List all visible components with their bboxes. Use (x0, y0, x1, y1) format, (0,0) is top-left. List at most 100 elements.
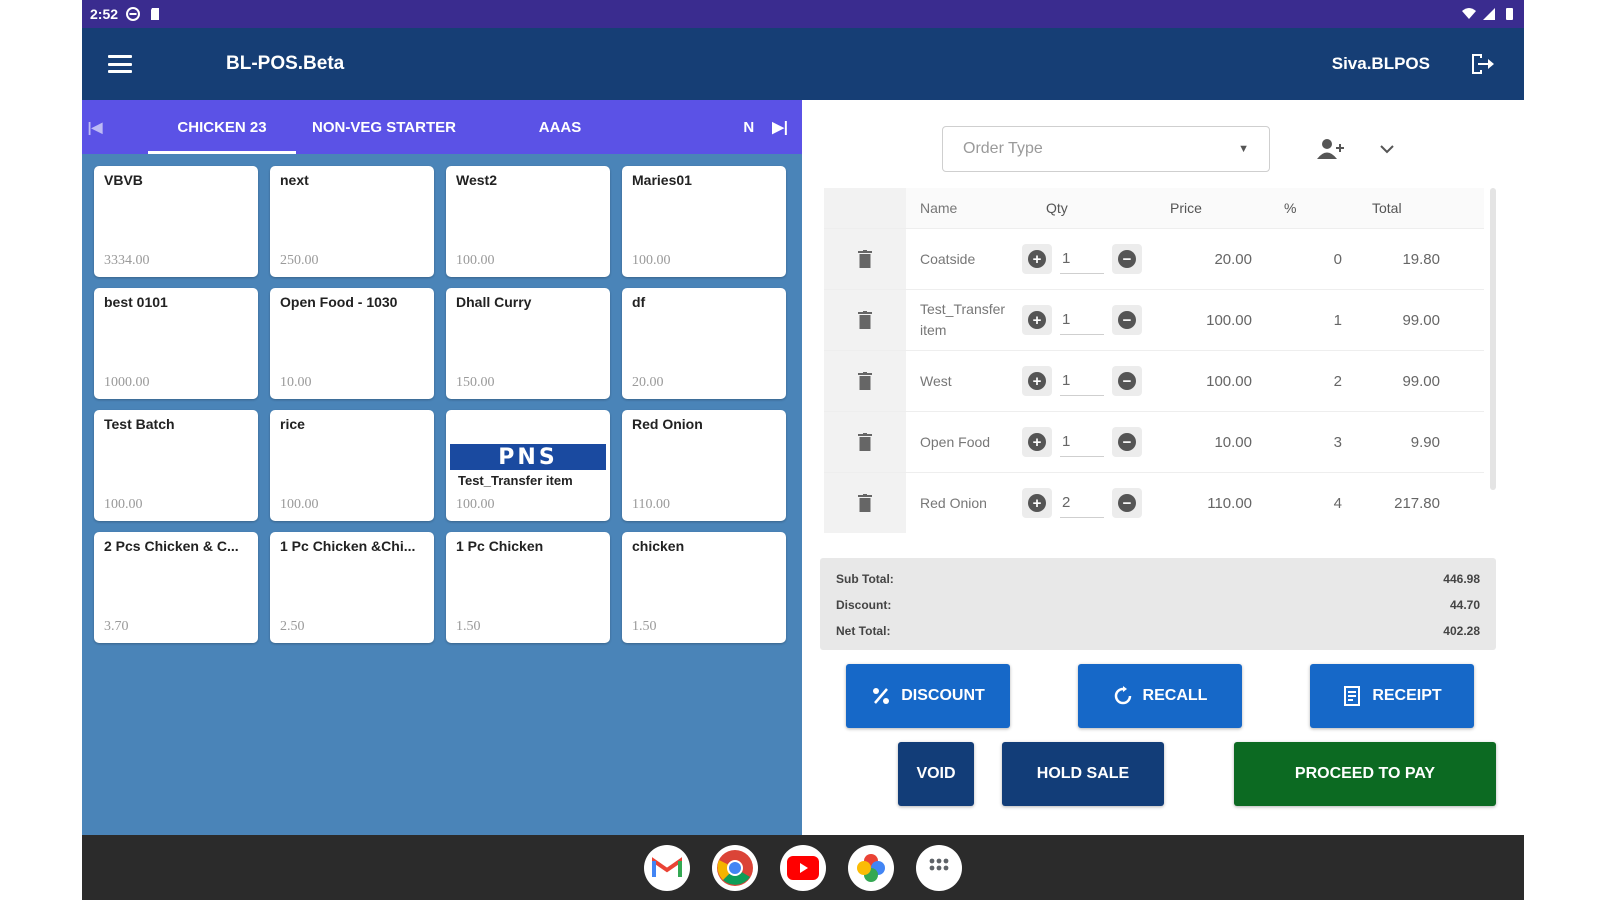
product-name: VBVB (104, 172, 143, 188)
product-tile[interactable]: 2 Pcs Chicken & C... 3.70 (94, 532, 258, 643)
product-price: 1.50 (456, 619, 481, 634)
tab-label: CHICKEN 23 (177, 118, 267, 136)
decrease-qty-button[interactable]: − (1112, 305, 1142, 335)
product-tile[interactable]: Dhall Curry 150.00 (446, 288, 610, 399)
qty-input[interactable] (1060, 305, 1104, 335)
product-tile[interactable]: PNS Test_Transfer item 100.00 (446, 410, 610, 521)
item-price: 100.00 (1206, 372, 1252, 390)
recall-button[interactable]: RECALL (1078, 664, 1242, 728)
product-tile[interactable]: VBVB 3334.00 (94, 166, 258, 277)
product-tile[interactable]: Test Batch 100.00 (94, 410, 258, 521)
qty-input[interactable] (1060, 427, 1104, 457)
app-drawer-icon[interactable] (916, 844, 962, 891)
recall-label: RECALL (1142, 687, 1208, 704)
youtube-icon[interactable] (780, 844, 826, 891)
product-tile[interactable]: 1 Pc Chicken &Chi... 2.50 (270, 532, 434, 643)
category-tab-bar: |◀ CHICKEN 23 NON-VEG STARTER AAAS N ▶| (82, 100, 802, 154)
product-tile[interactable]: Red Onion 110.00 (622, 410, 786, 521)
order-table-scrollbar[interactable] (1490, 188, 1496, 490)
tab-chicken-23[interactable]: CHICKEN 23 (148, 100, 296, 154)
add-customer-icon[interactable] (1316, 138, 1344, 160)
product-name: Maries01 (632, 172, 692, 188)
product-tile[interactable]: best 0101 1000.00 (94, 288, 258, 399)
discount-value: 44.70 (1449, 598, 1480, 612)
decrease-qty-button[interactable]: − (1112, 366, 1142, 396)
product-price: 20.00 (632, 375, 664, 390)
qty-input[interactable] (1060, 244, 1104, 274)
increase-qty-button[interactable]: + (1022, 305, 1052, 335)
increase-qty-button[interactable]: + (1022, 427, 1052, 457)
product-tile[interactable]: chicken 1.50 (622, 532, 786, 643)
increase-qty-button[interactable]: + (1022, 244, 1052, 274)
delete-icon[interactable] (858, 250, 872, 268)
first-tab-icon[interactable]: |◀ (82, 119, 108, 136)
product-name: 1 Pc Chicken (456, 538, 544, 554)
minus-icon: − (1118, 311, 1136, 329)
product-panel: |◀ CHICKEN 23 NON-VEG STARTER AAAS N ▶| … (82, 100, 802, 835)
minus-icon: − (1118, 250, 1136, 268)
qty-input[interactable] (1060, 366, 1104, 396)
hold-sale-button[interactable]: HOLD SALE (1002, 742, 1164, 806)
tab-label: NON-VEG STARTER (312, 118, 456, 136)
dropdown-caret-icon: ▼ (1238, 143, 1249, 155)
item-total: 99.00 (1402, 372, 1440, 390)
photos-icon[interactable] (848, 844, 894, 891)
item-price: 20.00 (1214, 250, 1252, 268)
product-price: 3334.00 (104, 253, 150, 268)
header-spacer (824, 188, 906, 228)
item-total: 217.80 (1394, 494, 1440, 512)
table-row: Open Food + − 10.00 3 9.90 (824, 411, 1484, 472)
product-price: 100.00 (280, 497, 319, 512)
product-name: rice (280, 416, 305, 432)
android-dock (82, 835, 1524, 900)
percent-icon (873, 688, 890, 704)
hamburger-menu-icon[interactable] (108, 55, 132, 73)
chevron-down-icon[interactable] (1378, 140, 1396, 158)
proceed-to-pay-button[interactable]: PROCEED TO PAY (1234, 742, 1496, 806)
tab-non-veg-starter[interactable]: NON-VEG STARTER (296, 100, 472, 154)
product-tile[interactable]: next 250.00 (270, 166, 434, 277)
delete-icon[interactable] (858, 372, 872, 390)
increase-qty-button[interactable]: + (1022, 488, 1052, 518)
item-percent: 0 (1333, 250, 1342, 268)
delete-icon[interactable] (858, 494, 872, 512)
header-qty: Qty (1046, 200, 1068, 216)
item-price: 10.00 (1214, 433, 1252, 451)
product-tile[interactable]: West2 100.00 (446, 166, 610, 277)
order-type-placeholder: Order Type (963, 140, 1043, 157)
delete-icon[interactable] (858, 311, 872, 329)
increase-qty-button[interactable]: + (1022, 366, 1052, 396)
product-tile[interactable]: Open Food - 1030 10.00 (270, 288, 434, 399)
product-price: 100.00 (104, 497, 143, 512)
status-time: 2:52 (90, 6, 119, 22)
product-tile[interactable]: 1 Pc Chicken 1.50 (446, 532, 610, 643)
tab-aaas[interactable]: AAAS (472, 100, 648, 154)
decrease-qty-button[interactable]: − (1112, 244, 1142, 274)
item-name: Open Food (920, 433, 991, 450)
chrome-icon[interactable] (712, 844, 758, 891)
receipt-button[interactable]: RECEIPT (1310, 664, 1474, 728)
decrease-qty-button[interactable]: − (1112, 427, 1142, 457)
decrease-qty-button[interactable]: − (1112, 488, 1142, 518)
last-tab-icon[interactable]: ▶| (772, 118, 788, 136)
refresh-icon (1114, 686, 1131, 705)
item-price: 110.00 (1207, 494, 1252, 512)
product-name: Dhall Curry (456, 294, 532, 310)
logout-icon[interactable] (1466, 49, 1496, 79)
item-total: 19.80 (1402, 250, 1440, 268)
delete-icon[interactable] (858, 433, 872, 451)
discount-button[interactable]: DISCOUNT (846, 664, 1010, 728)
product-price: 3.70 (104, 619, 129, 634)
gmail-icon[interactable] (644, 844, 690, 891)
qty-input[interactable] (1060, 488, 1104, 518)
product-name: best 0101 (104, 294, 168, 310)
product-tile[interactable]: rice 100.00 (270, 410, 434, 521)
order-type-select[interactable]: Order Type ▼ (942, 126, 1270, 172)
tab-partial[interactable]: N (743, 119, 754, 136)
item-name: Coatside (920, 250, 976, 267)
discount-label: DISCOUNT (901, 687, 985, 704)
void-button[interactable]: VOID (898, 742, 974, 806)
proceed-to-pay-label: PROCEED TO PAY (1294, 765, 1436, 782)
product-tile[interactable]: df 20.00 (622, 288, 786, 399)
product-tile[interactable]: Maries01 100.00 (622, 166, 786, 277)
